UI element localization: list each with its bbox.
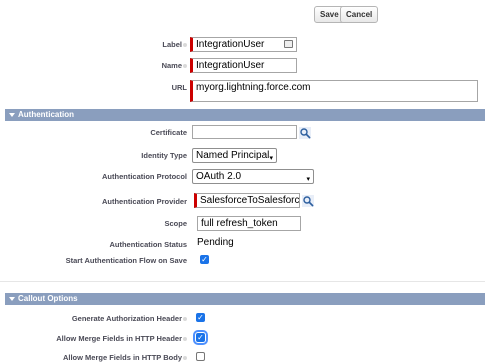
label-input[interactable]: IntegrationUser xyxy=(190,37,297,52)
auth-provider-input[interactable]: SalesforceToSalesforce xyxy=(194,193,300,208)
help-icon xyxy=(183,337,187,342)
cancel-button[interactable]: Cancel xyxy=(340,6,379,23)
chevron-down-icon: ▾ xyxy=(306,176,310,183)
start-flow-label: Start Authentication Flow on Save xyxy=(65,256,187,265)
start-flow-checkbox[interactable]: ✓ xyxy=(200,255,209,264)
help-icon xyxy=(183,43,187,48)
help-icon xyxy=(183,356,187,361)
gen-auth-header-label: Generate Authorization Header xyxy=(72,314,187,323)
auth-provider-lookup-icon[interactable] xyxy=(302,195,314,207)
help-icon xyxy=(183,64,187,69)
scope-label: Scope xyxy=(164,219,187,228)
auth-status-value: Pending xyxy=(197,237,234,248)
scope-input[interactable]: full refresh_token xyxy=(197,216,301,231)
merge-body-label: Allow Merge Fields in HTTP Body xyxy=(63,353,187,362)
auth-protocol-select[interactable]: OAuth 2.0 ▾ xyxy=(192,169,314,184)
autofill-icon[interactable] xyxy=(284,40,293,48)
collapse-icon xyxy=(9,296,15,301)
label-field-label: Label xyxy=(162,40,187,49)
help-icon xyxy=(183,317,187,322)
merge-header-checkbox[interactable]: ✓ xyxy=(193,330,208,345)
url-field-label: URL xyxy=(171,83,187,92)
gen-auth-header-checkbox[interactable]: ✓ xyxy=(196,313,205,322)
divider xyxy=(0,281,485,282)
collapse-icon xyxy=(9,112,15,117)
certificate-input[interactable] xyxy=(192,125,297,139)
auth-protocol-label: Authentication Protocol xyxy=(102,172,187,181)
auth-status-label: Authentication Status xyxy=(109,240,187,249)
chevron-down-icon: ▾ xyxy=(269,155,273,162)
certificate-lookup-icon[interactable] xyxy=(299,127,311,139)
authentication-section-header[interactable]: Authentication xyxy=(5,109,485,121)
identity-type-select[interactable]: Named Principal ▾ xyxy=(192,148,277,163)
auth-provider-label: Authentication Provider xyxy=(101,197,187,206)
name-field-label: Name xyxy=(162,61,187,70)
merge-header-label: Allow Merge Fields in HTTP Header xyxy=(56,334,187,343)
identity-type-label: Identity Type xyxy=(141,151,187,160)
certificate-label: Certificate xyxy=(150,128,187,137)
url-textarea[interactable]: myorg.lightning.force.com xyxy=(190,80,478,102)
name-input[interactable]: IntegrationUser xyxy=(190,58,297,73)
callout-options-section-header[interactable]: Callout Options xyxy=(5,293,485,305)
